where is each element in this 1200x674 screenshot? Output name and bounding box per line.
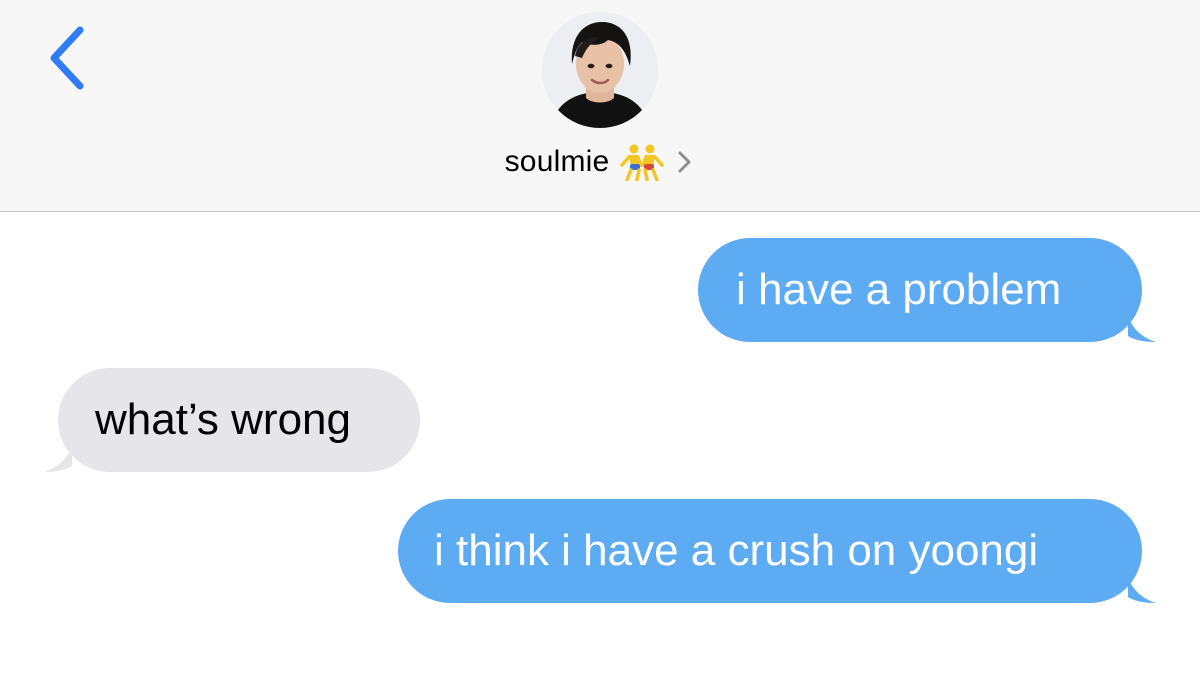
message-list: i have a problem what’s wrong i think i …	[0, 212, 1200, 674]
sent-bubble-tail	[1128, 577, 1156, 603]
message-text: i have a problem	[736, 265, 1062, 314]
contact-avatar-photo	[542, 12, 658, 128]
avatar[interactable]	[542, 12, 658, 128]
chevron-left-icon	[50, 26, 84, 90]
chevron-right-icon	[678, 151, 691, 173]
sent-bubble-tail	[1128, 316, 1156, 342]
conversation-header: soulmie	[0, 0, 1200, 212]
contact-info-button[interactable]: soulmie	[0, 140, 1200, 184]
contact-name: soulmie	[504, 145, 610, 178]
messages-screen: soulmie i have a problem what’s wrong i …	[0, 0, 1200, 674]
received-bubble-tail	[44, 446, 72, 472]
message-bubble-sent[interactable]: i have a problem	[698, 238, 1142, 342]
back-button[interactable]	[38, 22, 98, 94]
message-bubble-received[interactable]: what’s wrong	[58, 368, 420, 472]
wrestlers-emoji-icon	[620, 144, 665, 181]
message-bubble-sent[interactable]: i think i have a crush on yoongi	[398, 499, 1142, 603]
message-text: i think i have a crush on yoongi	[434, 526, 1039, 575]
message-text: what’s wrong	[95, 395, 351, 444]
